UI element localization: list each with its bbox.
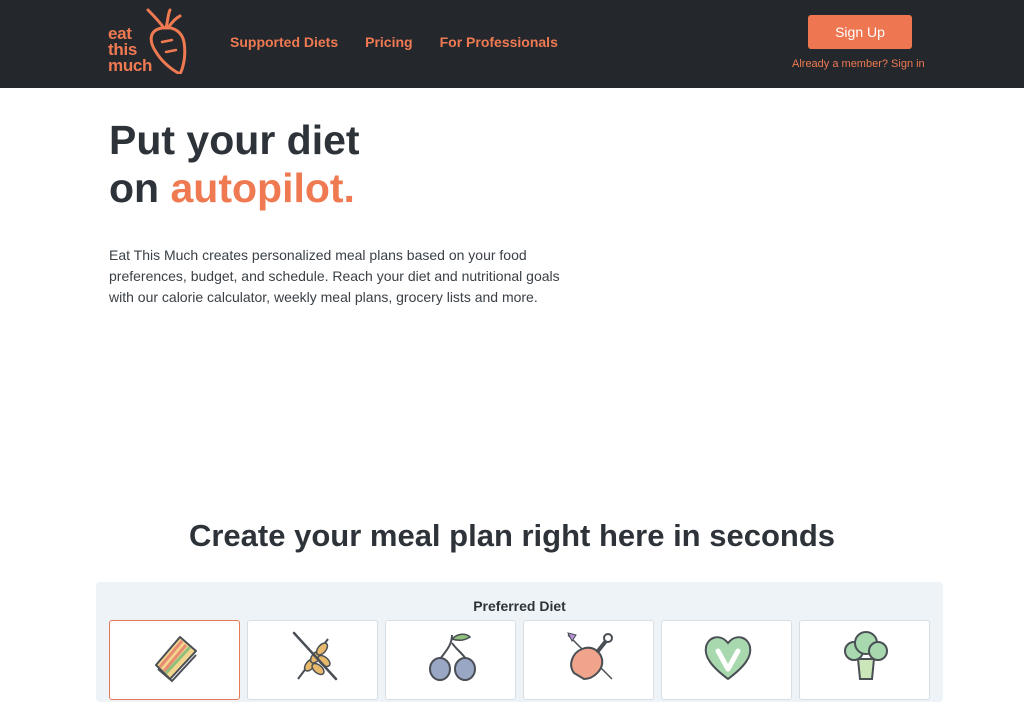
- nav-supported-diets[interactable]: Supported Diets: [230, 34, 338, 50]
- hero-title: Put your diet on autopilot.: [109, 116, 360, 212]
- sign-in-link[interactable]: Already a member? Sign in: [792, 58, 925, 70]
- main-nav: Supported Diets Pricing For Professional…: [230, 34, 558, 50]
- hero-title-accent: autopilot.: [170, 165, 355, 211]
- brand-logo[interactable]: eat this much: [108, 8, 192, 80]
- diet-option-keto[interactable]: [523, 620, 654, 700]
- ham-icon: [567, 632, 613, 681]
- sandwich-icon: [155, 636, 197, 683]
- diet-option-anything[interactable]: [109, 620, 240, 700]
- diet-option-vegetarian[interactable]: [799, 620, 930, 700]
- olives-icon: [429, 633, 476, 681]
- diet-options: [109, 620, 930, 700]
- meal-plan-form: Preferred Diet: [96, 582, 943, 702]
- diet-option-paleo[interactable]: [247, 620, 378, 700]
- vegan-heart-icon: [704, 636, 752, 681]
- hero-description: Eat This Much creates personalized meal …: [109, 247, 560, 305]
- diet-option-mediterranean[interactable]: [385, 620, 516, 700]
- carrot-icon: [146, 8, 187, 74]
- wheat-crossed-icon: [292, 631, 338, 681]
- diet-option-vegan[interactable]: [661, 620, 792, 700]
- nav-for-professionals[interactable]: For Professionals: [440, 34, 558, 50]
- site-header: eat this much Supported Diets Pricing Fo…: [0, 0, 1024, 88]
- hero-title-prefix: on: [109, 165, 171, 211]
- meal-plan-section-title: Create your meal plan right here in seco…: [188, 518, 836, 553]
- hero-title-line1: Put your diet: [109, 117, 360, 163]
- preferred-diet-label: Preferred Diet: [473, 598, 566, 614]
- sign-up-button[interactable]: Sign Up: [808, 15, 912, 49]
- broccoli-icon: [844, 631, 888, 680]
- nav-pricing[interactable]: Pricing: [365, 34, 412, 50]
